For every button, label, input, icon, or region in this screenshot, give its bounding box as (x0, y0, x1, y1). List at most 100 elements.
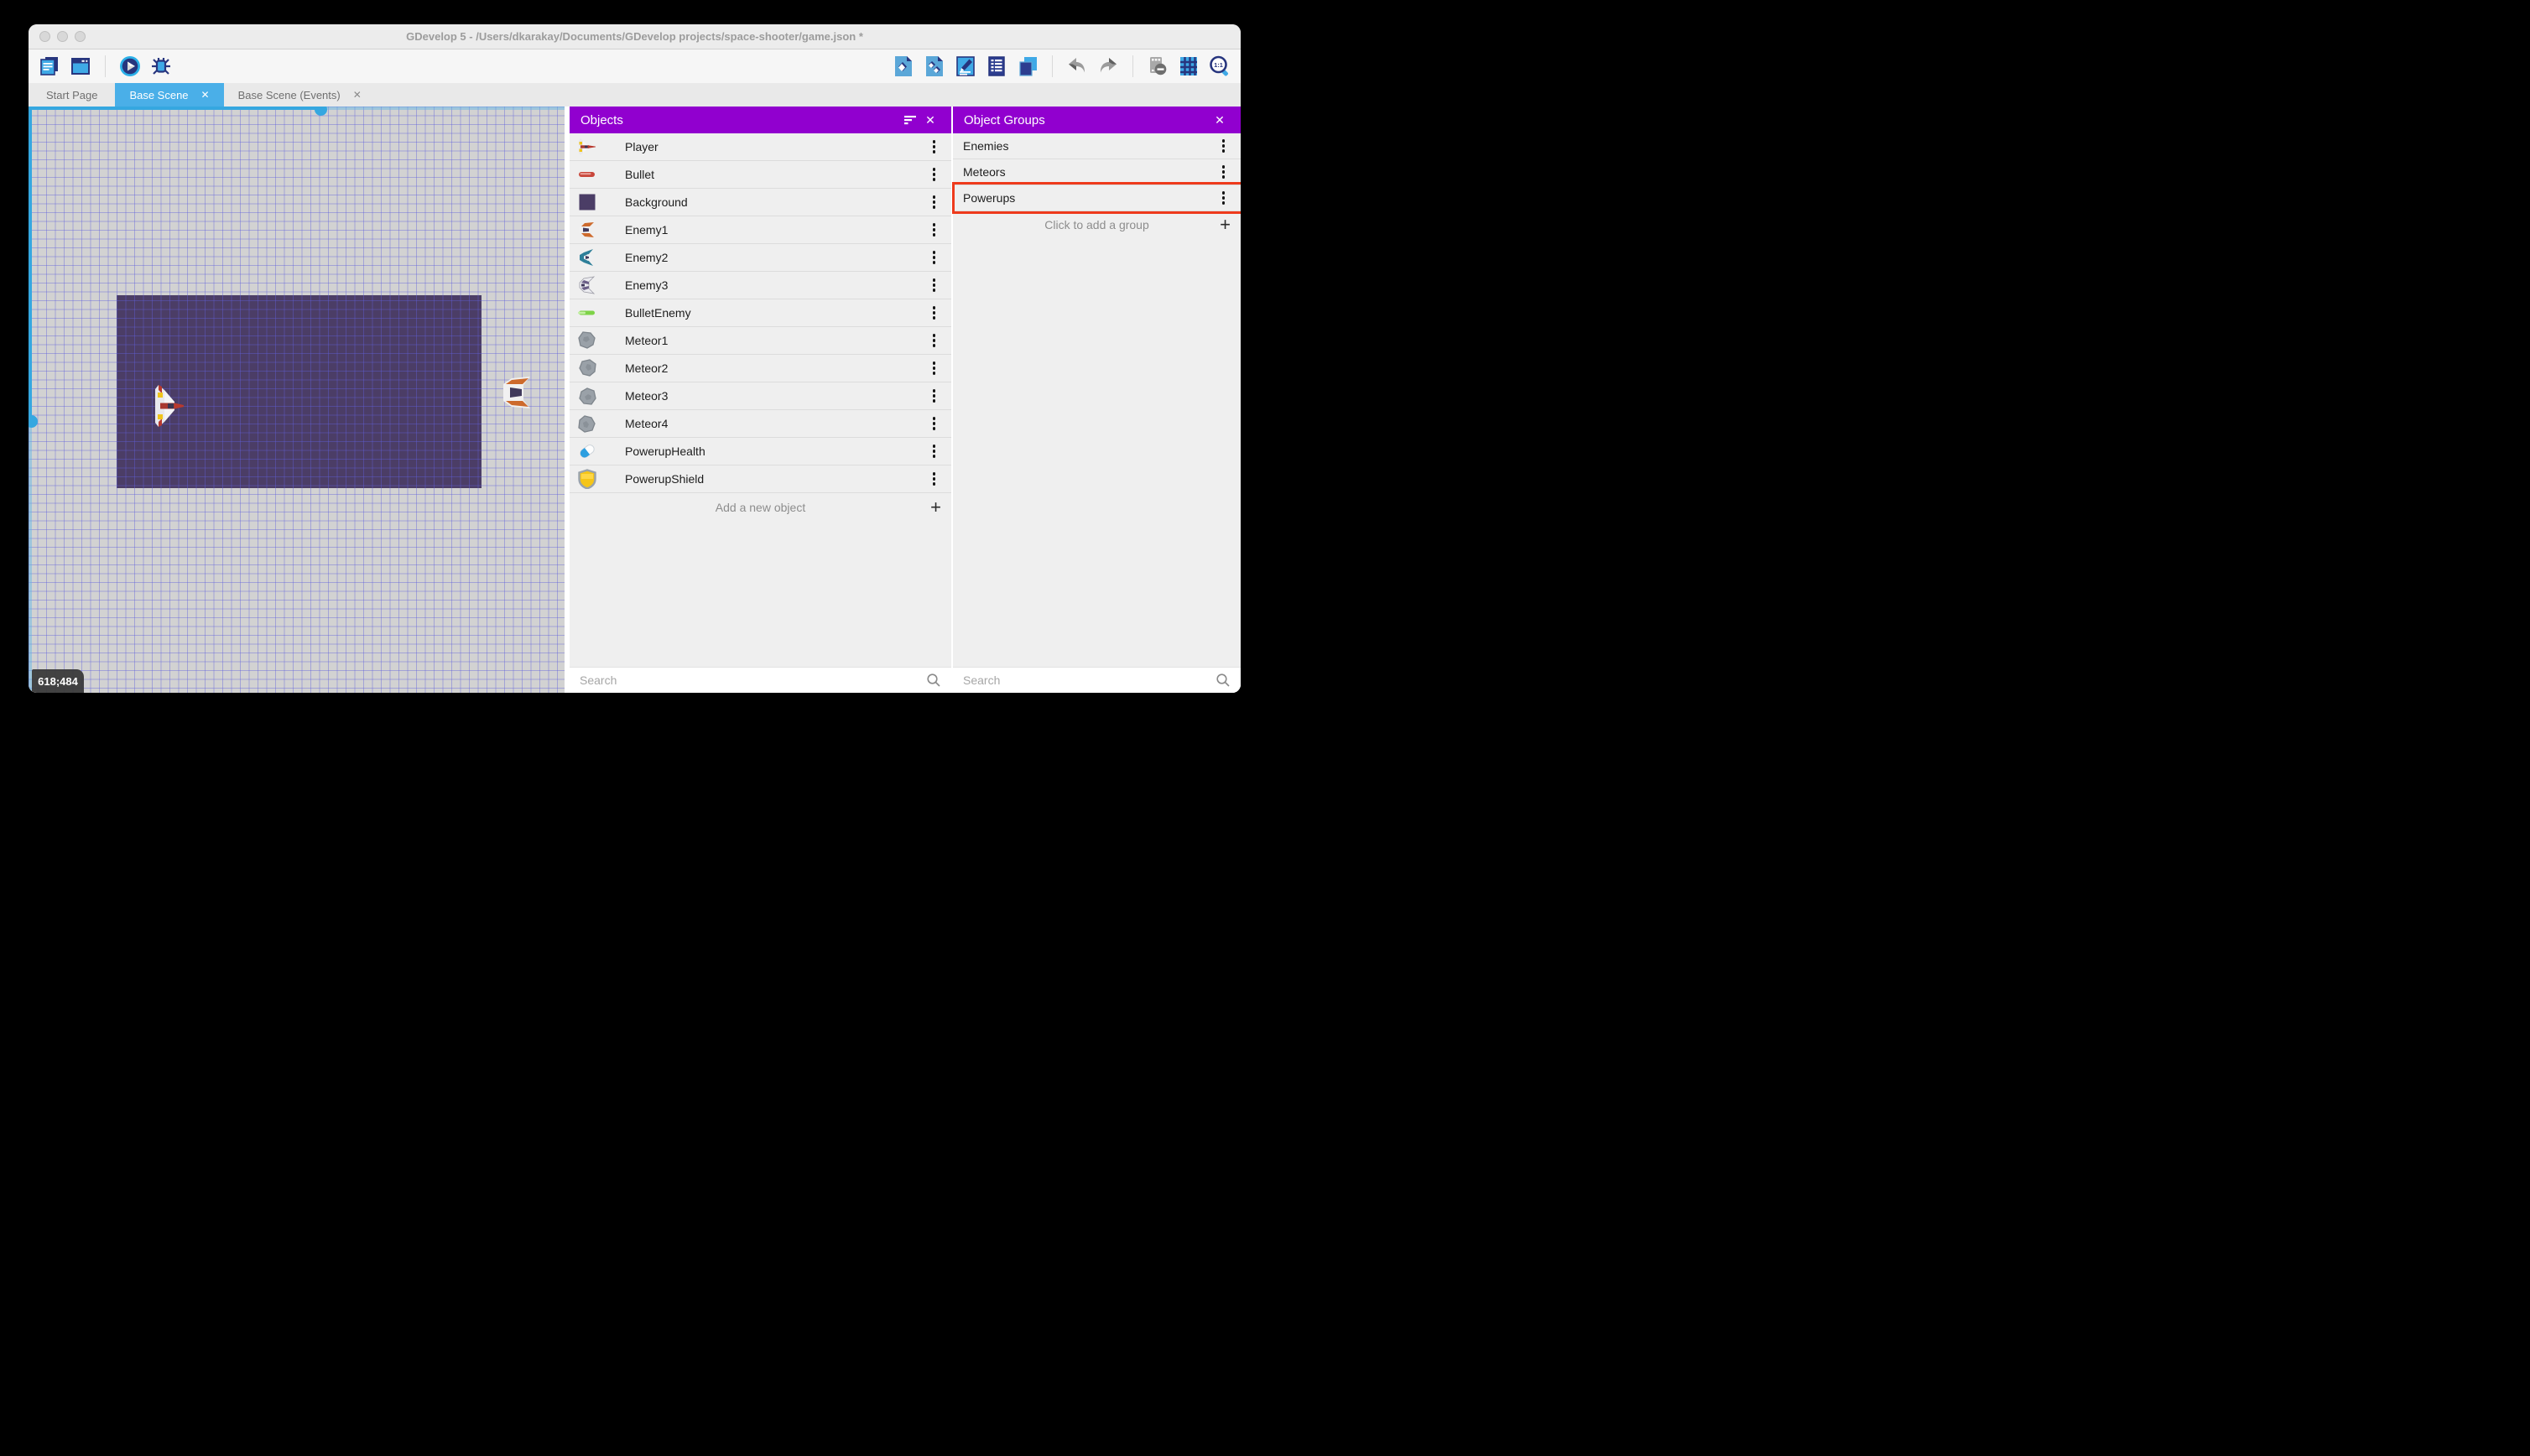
background-sprite-icon (577, 192, 597, 212)
add-group-label: Click to add a group (1044, 218, 1149, 231)
preview-play-icon[interactable] (119, 55, 141, 77)
object-row-poweruphealth[interactable]: PowerupHealth (570, 438, 951, 465)
tab-base-scene-events[interactable]: Base Scene (Events) ✕ (224, 83, 376, 107)
horizontal-scrollbar-fill (29, 107, 320, 110)
undo-icon[interactable] (1066, 55, 1088, 77)
grid-toggle-icon[interactable] (1178, 55, 1200, 77)
object-label: Player (625, 140, 659, 153)
tab-label: Base Scene (129, 88, 189, 101)
add-group-button[interactable]: Click to add a group + (953, 211, 1241, 238)
tab-base-scene[interactable]: Base Scene ✕ (115, 83, 224, 107)
enemy1-instance[interactable] (500, 375, 534, 410)
minimize-window-button[interactable] (57, 31, 68, 42)
object-label: Meteor1 (625, 334, 669, 347)
object-row-bulletenemy[interactable]: BulletEnemy (570, 299, 951, 327)
object-label: Background (625, 195, 688, 209)
meteor-sprite-icon (577, 413, 597, 434)
maximize-window-button[interactable] (75, 31, 86, 42)
object-row-bullet[interactable]: Bullet (570, 161, 951, 189)
toolbar-separator (105, 55, 106, 77)
horizontal-scrollbar-thumb[interactable] (315, 107, 327, 116)
panel-title: Objects (580, 112, 623, 127)
objects-editor-icon[interactable] (893, 55, 914, 77)
object-row-enemy1[interactable]: Enemy1 (570, 216, 951, 244)
group-row-enemies[interactable]: Enemies (953, 133, 1241, 159)
enemy2-sprite-icon (577, 247, 597, 268)
toolbar-right-group: 1:1 (893, 55, 1231, 77)
object-menu-icon[interactable] (929, 386, 940, 406)
object-row-meteor2[interactable]: Meteor2 (570, 355, 951, 382)
debug-icon[interactable] (150, 55, 172, 77)
object-groups-editor-icon[interactable] (924, 55, 945, 77)
close-icon[interactable]: ✕ (353, 89, 362, 101)
close-icon[interactable]: ✕ (920, 110, 940, 130)
powerup-health-sprite-icon (577, 441, 597, 461)
object-label: Meteor2 (625, 361, 669, 375)
group-label: Meteors (963, 165, 1006, 179)
object-row-meteor3[interactable]: Meteor3 (570, 382, 951, 410)
close-window-button[interactable] (39, 31, 50, 42)
group-menu-icon[interactable] (1218, 136, 1230, 156)
object-row-player[interactable]: Player (570, 133, 951, 161)
search-icon (1216, 673, 1230, 687)
redo-icon[interactable] (1097, 55, 1119, 77)
object-menu-icon[interactable] (929, 220, 940, 240)
tab-label: Start Page (46, 88, 98, 101)
groups-search-bar (953, 667, 1241, 693)
object-row-powerupshield[interactable]: PowerupShield (570, 465, 951, 493)
object-menu-icon[interactable] (929, 192, 940, 212)
object-row-background[interactable]: Background (570, 189, 951, 216)
properties-icon[interactable] (955, 55, 976, 77)
close-icon[interactable]: ✕ (1210, 110, 1230, 130)
object-menu-icon[interactable] (929, 303, 940, 323)
object-row-enemy2[interactable]: Enemy2 (570, 244, 951, 272)
object-menu-icon[interactable] (929, 164, 940, 185)
object-groups-panel: Object Groups ✕ Enemies Meteors Powerups… (952, 107, 1241, 693)
group-row-powerups[interactable]: Powerups (953, 185, 1241, 211)
object-menu-icon[interactable] (929, 275, 940, 295)
object-row-enemy3[interactable]: Enemy3 (570, 272, 951, 299)
object-label: BulletEnemy (625, 306, 691, 320)
object-label: Enemy1 (625, 223, 669, 237)
zoom-original-icon[interactable]: 1:1 (1209, 55, 1231, 77)
object-menu-icon[interactable] (929, 247, 940, 268)
add-object-button[interactable]: Add a new object + (570, 493, 951, 521)
object-label: Meteor3 (625, 389, 669, 403)
group-menu-icon[interactable] (1218, 162, 1230, 182)
editor-content: 618;484 Objects ✕ Player Bullet Backgrou… (29, 107, 1241, 693)
object-menu-icon[interactable] (929, 358, 940, 378)
tab-start-page[interactable]: Start Page (29, 83, 115, 107)
layers-icon[interactable] (1017, 55, 1039, 77)
meteor-sprite-icon (577, 386, 597, 406)
object-row-meteor4[interactable]: Meteor4 (570, 410, 951, 438)
filter-icon[interactable] (900, 110, 920, 130)
vertical-scrollbar-thumb[interactable] (29, 415, 38, 428)
object-menu-icon[interactable] (929, 469, 940, 489)
group-menu-icon[interactable] (1218, 188, 1230, 208)
player-instance[interactable] (154, 383, 185, 429)
object-menu-icon[interactable] (929, 413, 940, 434)
objects-search-input[interactable] (580, 673, 926, 687)
gdevelop-window: GDevelop 5 - /Users/dkarakay/Documents/G… (29, 24, 1241, 693)
project-manager-icon[interactable] (39, 55, 60, 77)
app-window-icon[interactable] (70, 55, 91, 77)
object-row-meteor1[interactable]: Meteor1 (570, 327, 951, 355)
instances-list-icon[interactable] (986, 55, 1007, 77)
main-toolbar: 1:1 (29, 49, 1241, 83)
objects-panel-header: Objects ✕ (570, 107, 951, 133)
object-label: Meteor4 (625, 417, 669, 430)
objects-search-bar (570, 667, 951, 693)
object-groups-panel-header: Object Groups ✕ (953, 107, 1241, 133)
group-row-meteors[interactable]: Meteors (953, 159, 1241, 185)
object-menu-icon[interactable] (929, 330, 940, 351)
groups-search-input[interactable] (963, 673, 1216, 687)
object-menu-icon[interactable] (929, 441, 940, 461)
close-icon[interactable]: ✕ (201, 89, 210, 101)
object-label: Enemy3 (625, 278, 669, 292)
enemy1-sprite-icon (577, 220, 597, 240)
scene-editor-canvas[interactable]: 618;484 (29, 107, 565, 693)
object-menu-icon[interactable] (929, 137, 940, 157)
player-sprite-icon (577, 137, 597, 157)
window-title: GDevelop 5 - /Users/dkarakay/Documents/G… (406, 30, 863, 43)
mask-toggle-icon[interactable] (1147, 55, 1169, 77)
